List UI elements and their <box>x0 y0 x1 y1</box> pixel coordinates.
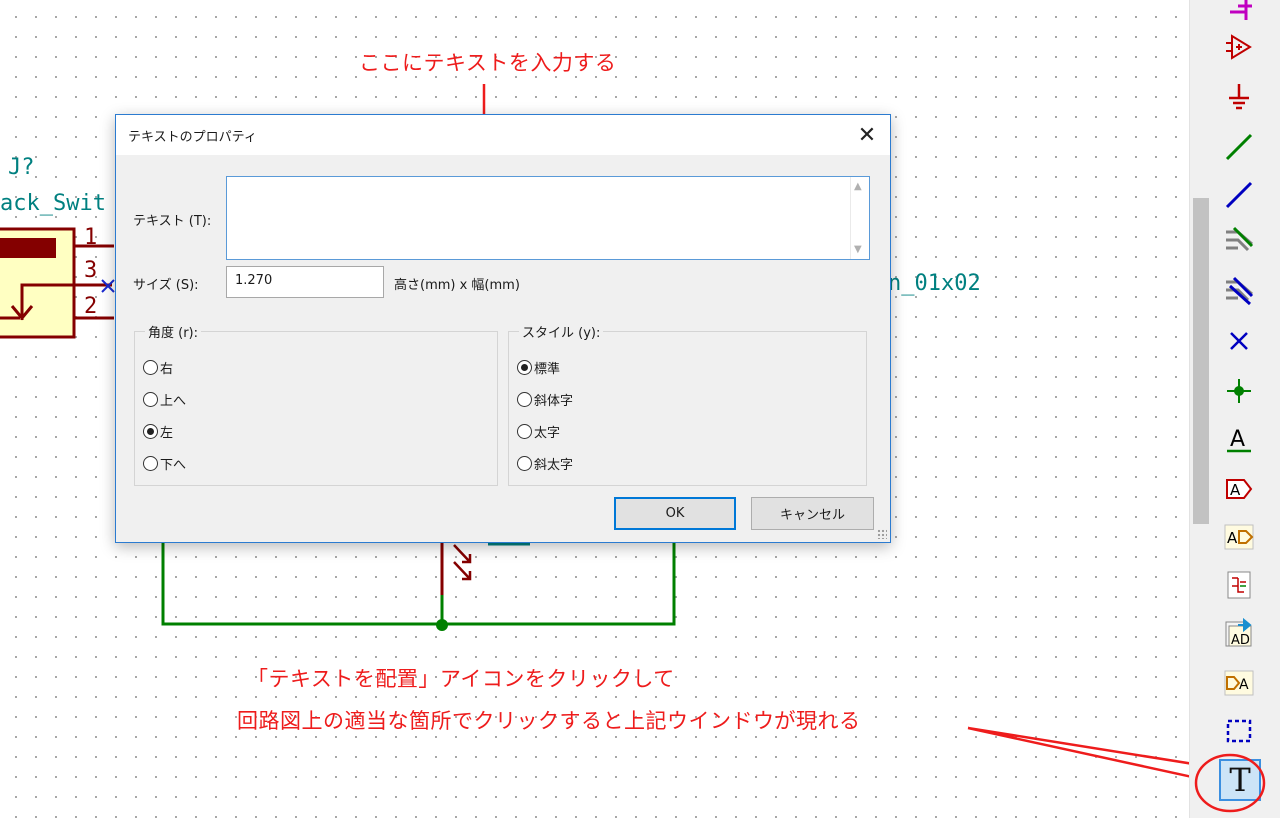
angle-option-label: 下へ <box>160 458 187 473</box>
angle-option-down[interactable]: 下へ <box>143 454 186 473</box>
svg-text:AD: AD <box>1231 633 1250 648</box>
style-option-label: 標準 <box>534 362 561 377</box>
angle-group: 角度 (r): 右 上へ 左 下へ <box>134 322 498 486</box>
style-group-title: スタイル (y): <box>519 322 604 341</box>
component-value: ack_Swit <box>0 191 106 216</box>
dialog-titlebar[interactable]: テキストのプロパティ ✕ <box>116 115 890 155</box>
radio-icon[interactable] <box>143 392 158 407</box>
text-input[interactable]: ▲ ▼ <box>226 176 870 260</box>
wire-to-bus-entry-icon[interactable] <box>1220 222 1258 260</box>
style-option-label: 太字 <box>534 426 561 441</box>
svg-text:A: A <box>1239 677 1249 693</box>
global-label-icon[interactable]: A <box>1220 470 1258 508</box>
hierarchical-pin-icon[interactable] <box>1220 0 1258 26</box>
text-label: テキスト (T): <box>133 214 212 229</box>
angle-option-up[interactable]: 上へ <box>143 390 186 409</box>
connector-value: n_01x02 <box>888 271 981 296</box>
wire-icon[interactable] <box>1220 128 1258 166</box>
hierarchical-label-icon[interactable]: A <box>1220 518 1258 556</box>
style-option-label: 斜太字 <box>534 458 574 473</box>
scroll-down-icon[interactable]: ▼ <box>854 244 862 255</box>
radio-selected-icon[interactable] <box>143 424 158 439</box>
annotation-enter-text: ここにテキストを入力する <box>359 51 617 75</box>
pin-number-2: 2 <box>84 294 98 319</box>
junction-icon[interactable] <box>1220 372 1258 410</box>
ground-symbol-icon[interactable] <box>1220 78 1258 116</box>
hierarchical-sheet-icon[interactable] <box>1220 566 1258 604</box>
resize-grip-icon[interactable] <box>877 529 887 539</box>
close-icon[interactable]: ✕ <box>844 115 890 155</box>
pin-number-3: 3 <box>84 258 98 283</box>
bus-icon[interactable] <box>1220 176 1258 214</box>
vertical-scrollbar[interactable] <box>1189 0 1212 818</box>
hierarchical-pin-sheet-icon[interactable]: A <box>1220 664 1258 702</box>
no-connect-icon[interactable] <box>1220 322 1258 360</box>
annotation-instruction-1: 「テキストを配置」アイコンをクリックして <box>247 667 675 691</box>
radio-icon[interactable] <box>517 456 532 471</box>
radio-selected-icon[interactable] <box>517 360 532 375</box>
angle-option-label: 上へ <box>160 394 187 409</box>
size-label: サイズ (S): <box>133 278 199 293</box>
svg-text:A: A <box>1227 529 1238 547</box>
angle-option-label: 右 <box>160 362 174 377</box>
radio-icon[interactable] <box>143 360 158 375</box>
angle-option-left[interactable]: 左 <box>143 422 173 441</box>
right-toolbar: A A A AD A T <box>1194 0 1280 818</box>
text-input-scrollbar[interactable]: ▲ ▼ <box>850 177 869 259</box>
svg-text:A: A <box>1230 481 1241 499</box>
net-label-icon[interactable]: A <box>1220 420 1258 458</box>
annotation-instruction-2: 回路図上の適当な箇所でクリックすると上記ウインドウが現れる <box>237 709 861 733</box>
dialog-title: テキストのプロパティ <box>128 130 257 145</box>
style-option-normal[interactable]: 標準 <box>517 358 560 377</box>
style-option-bold[interactable]: 太字 <box>517 422 560 441</box>
radio-icon[interactable] <box>143 456 158 471</box>
component-reference: J? <box>8 155 35 180</box>
highlight-circle <box>1194 753 1266 813</box>
cancel-button[interactable]: キャンセル <box>751 497 874 530</box>
angle-option-right[interactable]: 右 <box>143 358 173 377</box>
radio-icon[interactable] <box>517 392 532 407</box>
add-power-icon[interactable] <box>1220 28 1258 66</box>
radio-icon[interactable] <box>517 424 532 439</box>
style-option-bold-italic[interactable]: 斜太字 <box>517 454 573 473</box>
pin-number-1: 1 <box>84 225 98 250</box>
size-unit-label: 高さ(mm) x 幅(mm) <box>394 278 520 293</box>
angle-option-label: 左 <box>160 426 174 441</box>
ok-button[interactable]: OK <box>614 497 736 530</box>
graphic-line-icon[interactable] <box>1220 712 1258 750</box>
style-group: スタイル (y): 標準 斜体字 太字 斜太字 <box>508 322 867 486</box>
svg-text:A: A <box>1230 427 1245 452</box>
style-option-label: 斜体字 <box>534 394 574 409</box>
angle-group-title: 角度 (r): <box>145 322 202 341</box>
text-properties-dialog: テキストのプロパティ ✕ テキスト (T): ▲ ▼ サイズ (S): 1.27… <box>115 114 891 543</box>
import-sheet-pin-icon[interactable]: AD <box>1220 614 1258 652</box>
size-input[interactable]: 1.270 <box>226 266 384 298</box>
scroll-up-icon[interactable]: ▲ <box>854 181 862 192</box>
style-option-italic[interactable]: 斜体字 <box>517 390 573 409</box>
bus-to-bus-entry-icon[interactable] <box>1220 272 1258 310</box>
scrollbar-thumb[interactable] <box>1193 198 1209 524</box>
